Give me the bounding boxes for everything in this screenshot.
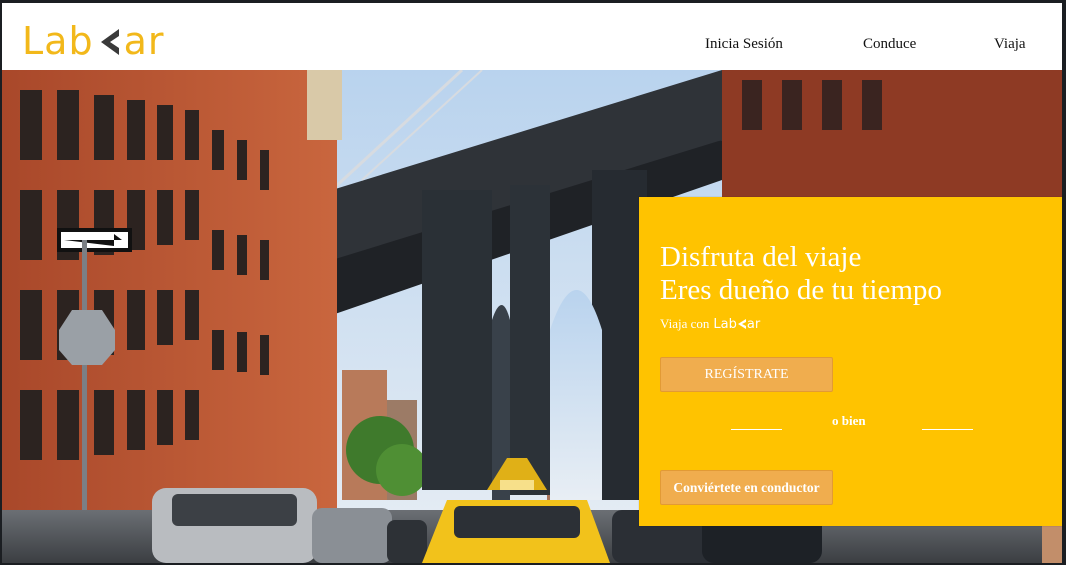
become-driver-button[interactable]: Conviértete en conductor — [660, 470, 833, 505]
nav-ride-link[interactable]: Viaja — [994, 36, 1026, 53]
mini-logo-left: Lab — [713, 316, 737, 332]
logo-text-left: Lab — [22, 19, 94, 63]
hero-section: Disfruta del viaje Eres dueño de tu tiem… — [2, 70, 1062, 563]
top-navbar: Lab ar Inicia Sesión Conduce Viaja — [2, 3, 1062, 70]
app-window: Lab ar Inicia Sesión Conduce Viaja Disfr… — [2, 3, 1062, 563]
nav-drive-link[interactable]: Conduce — [863, 36, 916, 53]
labcar-logo[interactable]: Lab ar — [22, 19, 165, 63]
nav-login-link[interactable]: Inicia Sesión — [705, 36, 783, 53]
divider-right — [922, 429, 973, 430]
promo-headline-line1: Disfruta del viaje — [660, 241, 862, 273]
logo-arrow-icon — [95, 24, 123, 58]
promo-headline-line2: Eres dueño de tu tiempo — [660, 274, 942, 306]
register-button[interactable]: REGÍSTRATE — [660, 357, 833, 392]
viaja-con-label: Viaja con — [660, 316, 710, 331]
mini-labcar-logo: Lab ar — [713, 317, 760, 332]
mini-logo-arrow-icon — [737, 319, 746, 329]
mini-logo-right: ar — [746, 316, 761, 332]
logo-text-right: ar — [123, 19, 165, 63]
divider-left — [731, 429, 782, 430]
or-text: o bien — [832, 413, 866, 428]
viaja-con-text: Viaja con Lab ar — [660, 316, 760, 332]
signup-promo-panel: Disfruta del viaje Eres dueño de tu tiem… — [639, 197, 1062, 526]
